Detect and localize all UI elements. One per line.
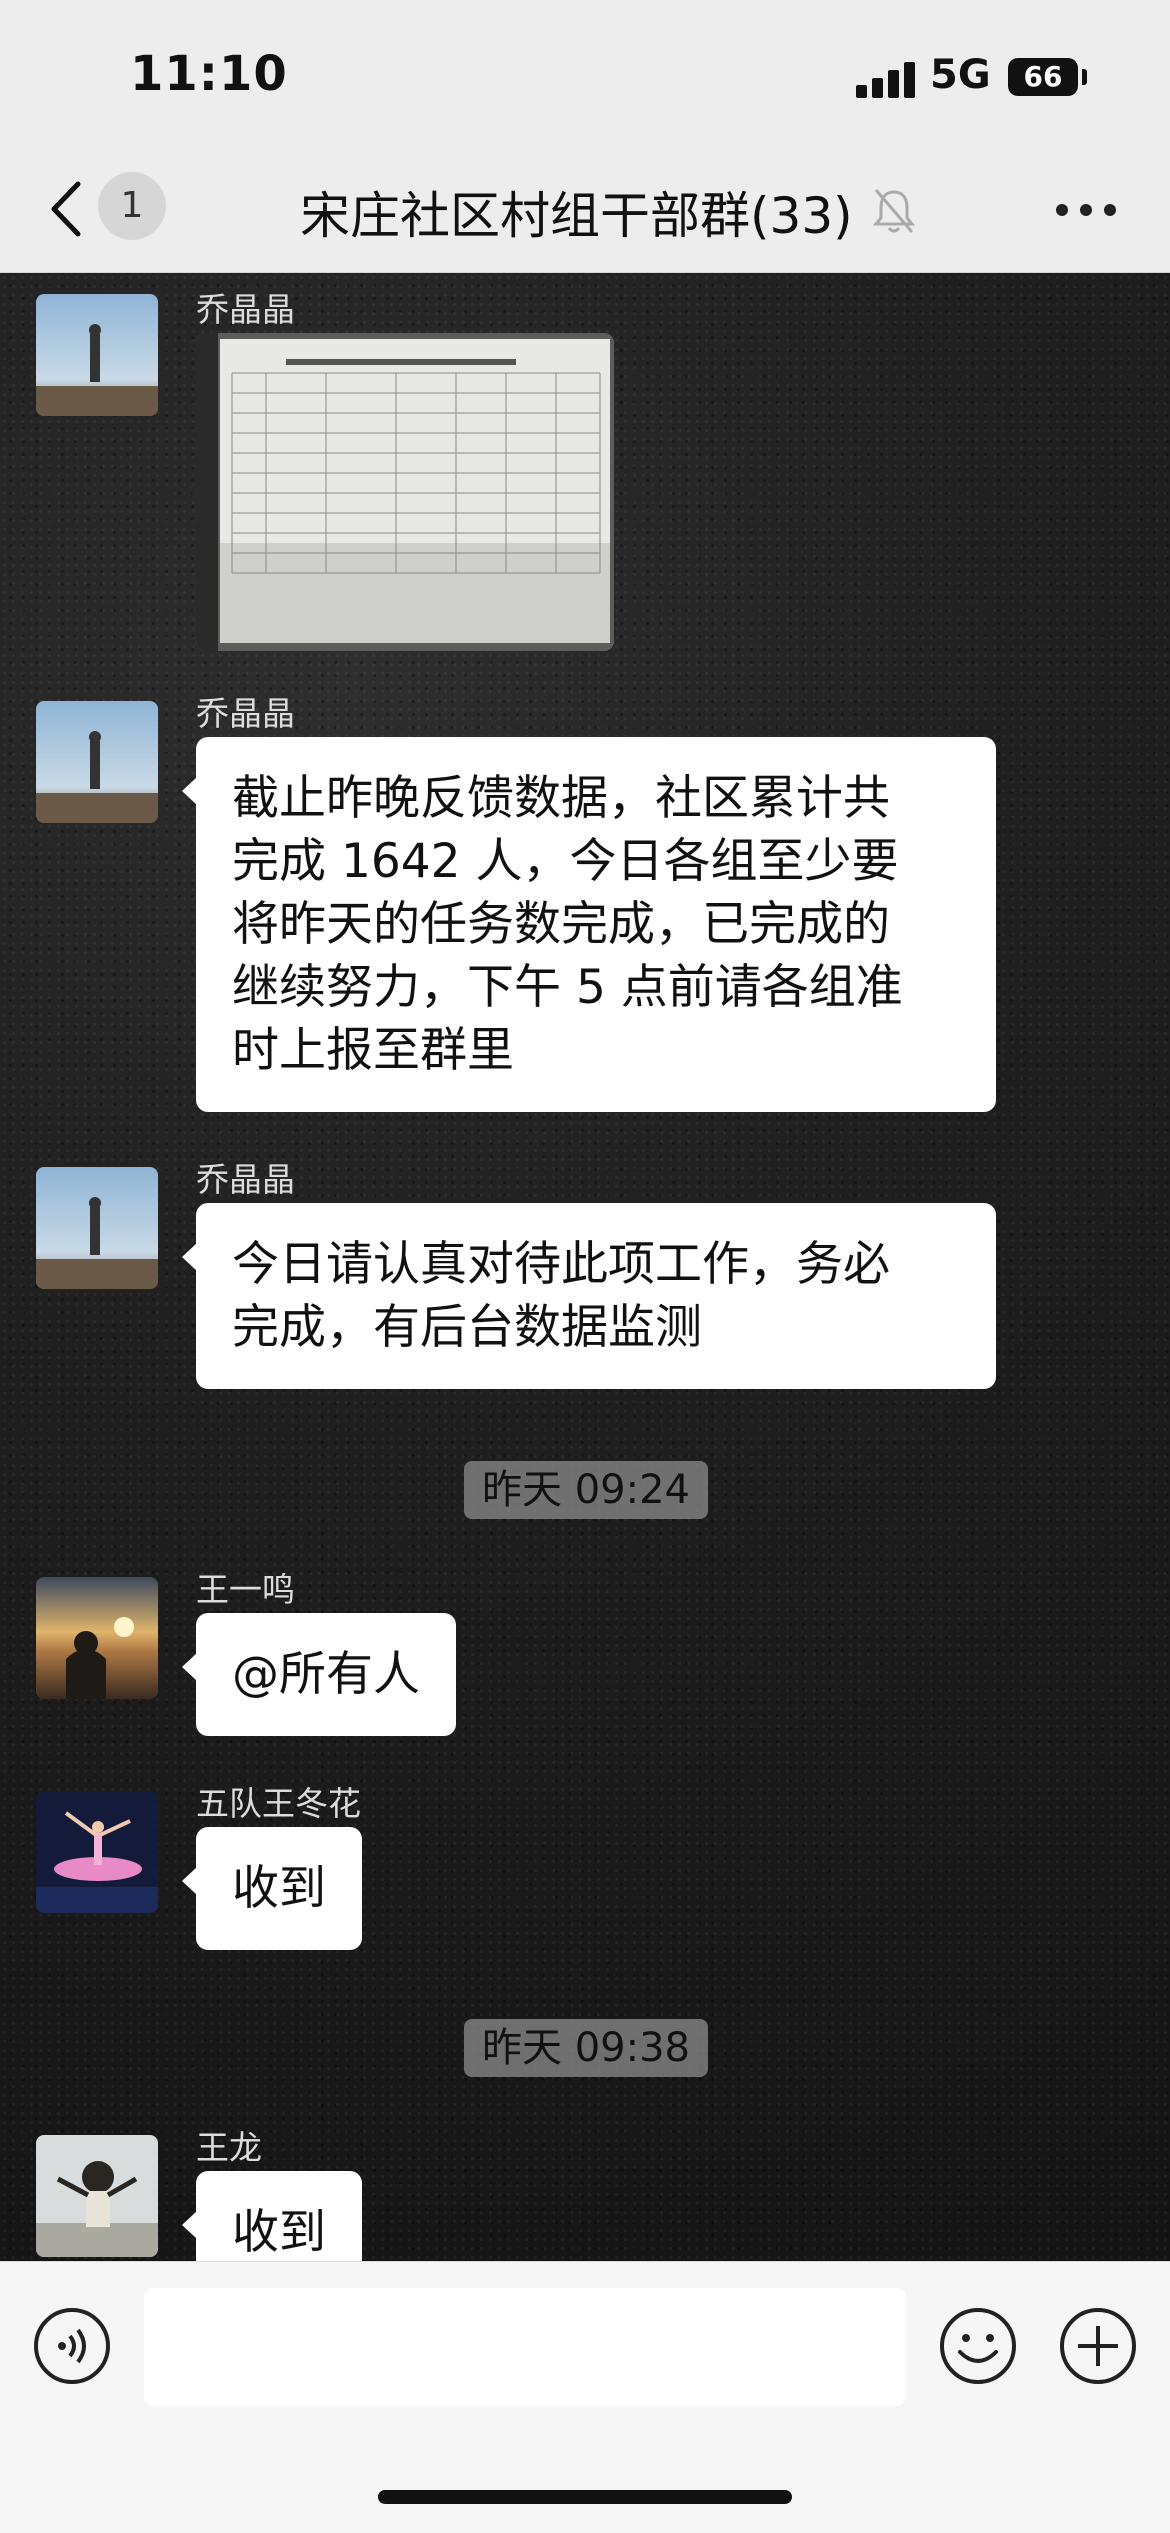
avatar[interactable] (36, 701, 158, 823)
status-bar: 11:10 5G 66 (0, 0, 1170, 150)
avatar[interactable] (36, 1167, 158, 1289)
sender-name: 王一鸣 (196, 1570, 295, 1609)
chat-title: 宋庄社区村组干部群(33) (300, 187, 853, 245)
message-line: 完成，有后台数据监测 (232, 1300, 702, 1355)
battery-cap (1082, 69, 1087, 85)
bell-muted-icon (872, 189, 916, 233)
message-bubble[interactable]: 今日请认真对待此项工作，务必 完成，有后台数据监测 (182, 1203, 996, 1389)
sender-name: 王龙 (196, 2128, 262, 2167)
home-indicator (378, 2490, 792, 2504)
status-time: 11:10 (130, 46, 288, 102)
message-line: 将昨天的任务数完成，已完成的 (232, 897, 890, 952)
sender-name: 乔晶晶 (196, 290, 295, 329)
avatar-ballet-dancer-image (36, 1791, 158, 1913)
avatar-sunset-person-image (36, 1577, 158, 1699)
avatar-woman-by-sea-image (36, 1167, 158, 1289)
sender-name: 五队王冬花 (196, 1784, 361, 1823)
avatar[interactable] (36, 294, 158, 416)
cellular-signal-icon (856, 58, 916, 98)
emoji-icon[interactable] (938, 2306, 1018, 2386)
more-dots-icon[interactable] (1056, 200, 1116, 220)
avatar-person-arms-raised-image (36, 2135, 158, 2257)
message-line: 继续努力，下午 5 点前请各组准 (232, 960, 903, 1015)
voice-icon[interactable] (32, 2306, 112, 2386)
message-line: 截止昨晚反馈数据，社区累计共 (232, 771, 890, 826)
plus-icon[interactable] (1058, 2306, 1138, 2386)
message-line: 收到 (232, 1861, 326, 1916)
avatar-woman-by-sea-image (36, 294, 158, 416)
unread-count-badge[interactable]: 1 (98, 172, 166, 240)
chat-messages[interactable]: 乔晶晶 乔晶晶 截止昨晚反馈数据，社区累计共 完成 1642 人，今日各组至少要… (0, 273, 1170, 2261)
input-bar (0, 2261, 1170, 2533)
message-line: @所有人 (232, 1647, 420, 1702)
spreadsheet-photo-image (196, 333, 614, 651)
sender-name: 乔晶晶 (196, 1160, 295, 1199)
message-line: 收到 (232, 2205, 326, 2260)
time-divider: 昨天 09:24 (464, 1461, 708, 1519)
message-bubble[interactable]: 收到 (182, 2171, 362, 2261)
message-bubble[interactable]: 收到 (182, 1827, 362, 1950)
battery-icon: 66 (1008, 58, 1078, 96)
message-bubble[interactable]: 截止昨晚反馈数据，社区累计共 完成 1642 人，今日各组至少要 将昨天的任务数… (182, 737, 996, 1112)
message-input[interactable] (144, 2288, 906, 2406)
avatar[interactable] (36, 1577, 158, 1699)
message-line: 时上报至群里 (232, 1023, 514, 1078)
sender-name: 乔晶晶 (196, 694, 295, 733)
time-divider: 昨天 09:38 (464, 2019, 708, 2077)
message-line: 完成 1642 人，今日各组至少要 (232, 834, 899, 889)
chevron-left-icon[interactable] (42, 178, 92, 240)
chat-header: 1 宋庄社区村组干部群(33) (0, 150, 1170, 273)
message-line: 今日请认真对待此项工作，务必 (232, 1237, 890, 1292)
image-message[interactable] (196, 333, 614, 651)
avatar[interactable] (36, 1791, 158, 1913)
avatar[interactable] (36, 2135, 158, 2257)
avatar-woman-by-sea-image (36, 701, 158, 823)
message-bubble[interactable]: @所有人 (182, 1613, 456, 1736)
network-type: 5G (930, 52, 991, 98)
